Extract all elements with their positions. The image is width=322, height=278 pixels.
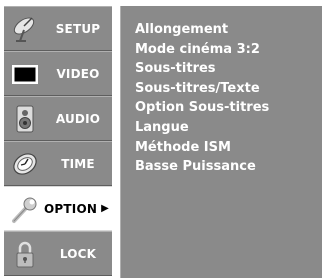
option-label-text: OPTION [44, 201, 98, 216]
menu-item-label: LOCK [59, 246, 97, 261]
menu-item-option[interactable]: OPTION ▶ [4, 186, 112, 231]
option-submenu-panel: Allongement Mode cinéma 3:2 Sous-titres … [120, 6, 322, 278]
menu-item-label: OPTION ▶ [44, 187, 109, 230]
menu-item-label: VIDEO [56, 66, 100, 81]
option-subtitle-options[interactable]: Option Sous-titres [135, 98, 322, 118]
option-subtitles[interactable]: Sous-titres [135, 59, 322, 79]
main-menu-sidebar: SETUP VIDEO AUDIO TIME OPTION ▶ LOCK [4, 6, 112, 278]
menu-item-audio[interactable]: AUDIO [4, 96, 112, 141]
menu-item-label: SETUP [55, 21, 101, 36]
menu-item-lock[interactable]: LOCK [4, 231, 112, 276]
option-cinema-mode[interactable]: Mode cinéma 3:2 [135, 40, 322, 60]
wrench-icon [10, 194, 40, 224]
option-subtitles-text[interactable]: Sous-titres/Texte [135, 79, 322, 99]
option-low-power[interactable]: Basse Puissance [135, 157, 322, 177]
satellite-dish-icon [10, 14, 40, 44]
speaker-icon [10, 104, 40, 134]
arrow-right-icon: ▶ [101, 203, 109, 214]
clock-icon [10, 149, 40, 179]
menu-item-setup[interactable]: SETUP [4, 6, 112, 51]
menu-item-label: AUDIO [55, 111, 101, 126]
menu-item-time[interactable]: TIME [4, 141, 112, 186]
option-language[interactable]: Langue [135, 118, 322, 138]
option-aspect-ratio[interactable]: Allongement [135, 20, 322, 40]
menu-item-label: TIME [61, 156, 95, 171]
padlock-icon [10, 239, 40, 269]
menu-item-video[interactable]: VIDEO [4, 51, 112, 96]
option-ism-method[interactable]: Méthode ISM [135, 138, 322, 158]
tv-screen-icon [10, 59, 40, 89]
tv-osd-menu: SETUP VIDEO AUDIO TIME OPTION ▶ LOCK All… [0, 0, 322, 278]
